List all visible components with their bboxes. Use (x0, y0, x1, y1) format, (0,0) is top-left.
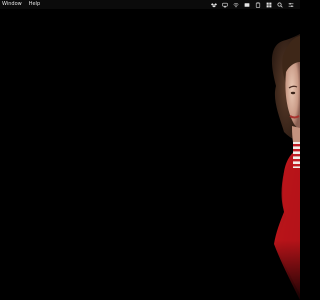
dropbox-icon[interactable] (211, 2, 217, 8)
desktop-wallpaper (230, 34, 300, 300)
control-center-icon[interactable] (288, 2, 294, 8)
cast-icon[interactable] (222, 2, 228, 8)
grid-icon[interactable] (266, 2, 272, 8)
battery-icon[interactable] (244, 2, 250, 8)
menu-bar: Window Help (0, 0, 300, 9)
portrait-illustration (230, 34, 300, 300)
menu-item-window[interactable]: Window (2, 0, 22, 9)
menu-item-help[interactable]: Help (29, 0, 40, 9)
menu-bar-status-area (211, 0, 300, 9)
clipboard-icon[interactable] (255, 1, 261, 8)
wifi-icon[interactable] (233, 2, 239, 8)
desktop: Window Help (0, 0, 300, 300)
search-icon[interactable] (277, 1, 283, 8)
menu-bar-left: Window Help (0, 0, 45, 9)
